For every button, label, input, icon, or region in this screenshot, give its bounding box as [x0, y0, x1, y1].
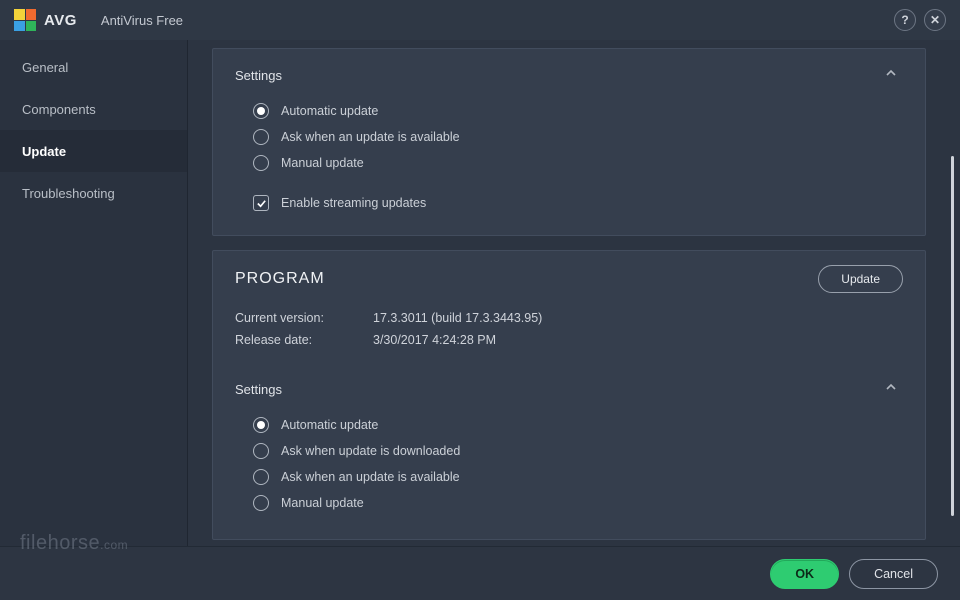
sidebar-item-general[interactable]: General: [0, 46, 187, 88]
radio-label: Manual update: [281, 496, 364, 510]
help-button[interactable]: ?: [894, 9, 916, 31]
main-panel: Settings Automatic update: [188, 40, 960, 546]
scroll-region[interactable]: Settings Automatic update: [188, 40, 948, 546]
section-title: Settings: [235, 382, 282, 397]
program-card: PROGRAM Update Current version: 17.3.301…: [212, 250, 926, 540]
radio-label: Ask when an update is available: [281, 470, 460, 484]
sidebar: General Components Update Troubleshootin…: [0, 40, 188, 546]
program-info: Current version: 17.3.3011 (build 17.3.3…: [235, 307, 903, 351]
radio-automatic-update[interactable]: Automatic update: [253, 99, 903, 123]
settings-window: AVG AntiVirus Free ? ✕ General Component…: [0, 0, 960, 600]
checkbox-icon: [253, 195, 269, 211]
radio-ask-when-available[interactable]: Ask when an update is available: [253, 125, 903, 149]
checkbox-label: Enable streaming updates: [281, 196, 426, 210]
radio-label: Automatic update: [281, 104, 378, 118]
logo-square: [26, 21, 37, 32]
radio-icon: [253, 417, 269, 433]
program-heading: PROGRAM: [235, 270, 325, 288]
radio-program-ask-downloaded[interactable]: Ask when update is downloaded: [253, 439, 903, 463]
radio-program-ask-available[interactable]: Ask when an update is available: [253, 465, 903, 489]
app-title: AntiVirus Free: [101, 13, 183, 28]
radio-label: Ask when an update is available: [281, 130, 460, 144]
release-date-label: Release date:: [235, 333, 373, 347]
logo-square: [26, 9, 37, 20]
ok-button[interactable]: OK: [770, 559, 839, 589]
cancel-button[interactable]: Cancel: [849, 559, 938, 589]
radio-icon: [253, 443, 269, 459]
content-area: General Components Update Troubleshootin…: [0, 40, 960, 546]
sidebar-item-components[interactable]: Components: [0, 88, 187, 130]
collapse-button[interactable]: [879, 63, 903, 87]
radio-label: Manual update: [281, 156, 364, 170]
dialog-footer: OK Cancel: [0, 546, 960, 600]
radio-program-manual[interactable]: Manual update: [253, 491, 903, 515]
logo-square: [14, 21, 25, 32]
release-date-value: 3/30/2017 4:24:28 PM: [373, 333, 496, 347]
close-button[interactable]: ✕: [924, 9, 946, 31]
radio-icon: [253, 469, 269, 485]
radio-manual-update[interactable]: Manual update: [253, 151, 903, 175]
brand-text: AVG: [44, 12, 77, 29]
checkbox-streaming-updates[interactable]: Enable streaming updates: [253, 191, 903, 215]
chevron-up-icon: [885, 380, 897, 398]
collapse-button[interactable]: [879, 377, 903, 401]
section-title: Settings: [235, 68, 282, 83]
radio-label: Ask when update is downloaded: [281, 444, 460, 458]
radio-program-automatic[interactable]: Automatic update: [253, 413, 903, 437]
radio-icon: [253, 103, 269, 119]
title-bar: AVG AntiVirus Free ? ✕: [0, 0, 960, 40]
virus-definitions-settings-card: Settings Automatic update: [212, 48, 926, 236]
current-version-value: 17.3.3011 (build 17.3.3443.95): [373, 311, 542, 325]
current-version-label: Current version:: [235, 311, 373, 325]
chevron-up-icon: [885, 66, 897, 84]
radio-icon: [253, 155, 269, 171]
sidebar-item-troubleshooting[interactable]: Troubleshooting: [0, 172, 187, 214]
radio-icon: [253, 129, 269, 145]
logo-square: [14, 9, 25, 20]
update-button[interactable]: Update: [818, 265, 903, 293]
brand-logo: AVG: [14, 9, 77, 31]
logo-icon: [14, 9, 36, 31]
radio-label: Automatic update: [281, 418, 378, 432]
scrollbar-thumb[interactable]: [951, 156, 954, 516]
radio-icon: [253, 495, 269, 511]
sidebar-item-update[interactable]: Update: [0, 130, 187, 172]
